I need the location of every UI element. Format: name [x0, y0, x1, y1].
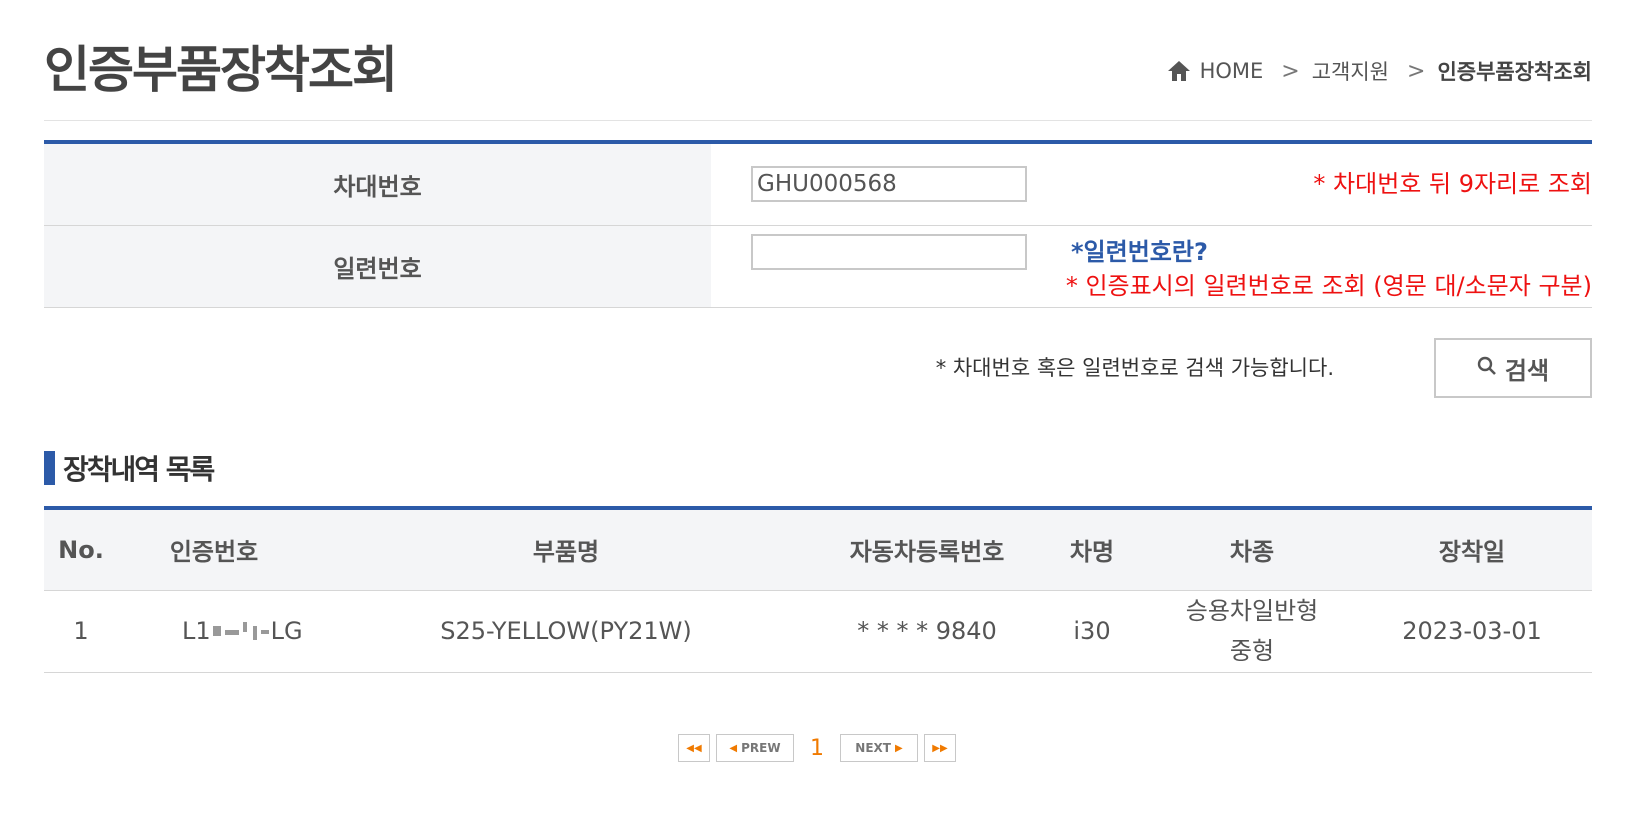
- double-left-arrow-icon: ◀◀: [686, 742, 702, 754]
- vin-note: * 차대번호 뒤 9자리로 조회: [1313, 170, 1592, 198]
- vin-row: 차대번호 * 차대번호 뒤 9자리로 조회: [44, 144, 1592, 226]
- cell-reg-no: * * * * 9840: [822, 590, 1032, 673]
- cert-no-prefix: L1: [182, 617, 211, 645]
- title-divider: [44, 120, 1592, 121]
- col-reg-no: 자동차등록번호: [822, 508, 1032, 591]
- breadcrumb-separator: >: [1281, 58, 1300, 84]
- cell-model: i30: [1032, 590, 1152, 673]
- cell-part-name: S25-YELLOW(PY21W): [310, 590, 822, 673]
- first-page-button[interactable]: ◀◀: [678, 734, 710, 762]
- breadcrumb-current: 인증부품장착조회: [1437, 60, 1592, 84]
- current-page[interactable]: 1: [810, 736, 824, 761]
- serial-label: 일련번호: [44, 226, 711, 307]
- cell-install-date: 2023-03-01: [1352, 590, 1592, 673]
- breadcrumb-separator: >: [1407, 58, 1426, 84]
- col-cert-no: 인증번호: [118, 508, 310, 591]
- redacted-mark: [211, 620, 271, 644]
- breadcrumb-home[interactable]: HOME: [1200, 59, 1264, 83]
- double-right-arrow-icon: ▶▶: [932, 742, 948, 754]
- next-page-button[interactable]: NEXT ▶: [840, 734, 918, 762]
- right-arrow-icon: ▶: [894, 742, 903, 754]
- serial-help-link[interactable]: *일련번호란?: [1071, 232, 1208, 267]
- col-part-name: 부품명: [310, 508, 822, 591]
- home-icon[interactable]: [1166, 58, 1192, 84]
- serial-row: 일련번호 *일련번호란? * 인증표시의 일련번호로 조회 (영문 대/소문자 …: [44, 226, 1592, 308]
- col-model: 차명: [1032, 508, 1152, 591]
- prev-page-button[interactable]: ◀ PREW: [716, 734, 794, 762]
- breadcrumb: HOME > 고객지원 > 인증부품장착조회: [1166, 56, 1592, 86]
- table-row: 1 L1 LG S25-YELLOW(PY21W) * * * * 9840 i3…: [44, 590, 1592, 673]
- vin-input[interactable]: [751, 166, 1027, 202]
- col-type: 차종: [1152, 508, 1352, 591]
- search-hint: * 차대번호 혹은 일련번호로 검색 가능합니다.: [935, 356, 1334, 380]
- serial-field-cell: *일련번호란? * 인증표시의 일련번호로 조회 (영문 대/소문자 구분): [711, 226, 1592, 307]
- col-install-date: 장착일: [1352, 508, 1592, 591]
- section-title-text: 장착내역 목록: [63, 453, 215, 486]
- cell-type: 승용차일반형 중형: [1152, 590, 1352, 673]
- left-arrow-icon: ◀: [729, 742, 738, 754]
- type-line-1: 승용차일반형: [1185, 597, 1319, 625]
- search-form: 차대번호 * 차대번호 뒤 9자리로 조회 일련번호 *일련번호란? * 인증표…: [44, 140, 1592, 308]
- vin-label: 차대번호: [44, 144, 711, 225]
- cell-cert-no: L1 LG: [118, 590, 310, 673]
- vin-field-cell: * 차대번호 뒤 9자리로 조회: [711, 144, 1592, 225]
- cell-no: 1: [44, 590, 118, 673]
- serial-input[interactable]: [751, 234, 1027, 270]
- search-button[interactable]: 검색: [1434, 338, 1592, 398]
- type-line-2: 중형: [1229, 637, 1275, 665]
- section-title: 장착내역 목록: [44, 448, 215, 488]
- table-header-row: No. 인증번호 부품명 자동차등록번호 차명 차종 장착일: [44, 508, 1592, 591]
- pagination: ◀◀ ◀ PREW 1 NEXT ▶ ▶▶: [0, 734, 1634, 762]
- last-page-button[interactable]: ▶▶: [924, 734, 956, 762]
- next-label: NEXT: [855, 741, 891, 755]
- page-title: 인증부품장착조회: [44, 41, 398, 99]
- cert-no-suffix: LG: [270, 617, 303, 645]
- search-icon: [1477, 354, 1497, 382]
- prev-label: PREW: [741, 741, 781, 755]
- breadcrumb-support[interactable]: 고객지원: [1312, 56, 1389, 86]
- result-table: No. 인증번호 부품명 자동차등록번호 차명 차종 장착일 1 L1 LG S2…: [44, 506, 1592, 673]
- col-no: No.: [44, 508, 118, 591]
- serial-note: * 인증표시의 일련번호로 조회 (영문 대/소문자 구분): [1065, 272, 1592, 300]
- section-marker: [44, 451, 55, 485]
- search-button-label: 검색: [1504, 356, 1550, 385]
